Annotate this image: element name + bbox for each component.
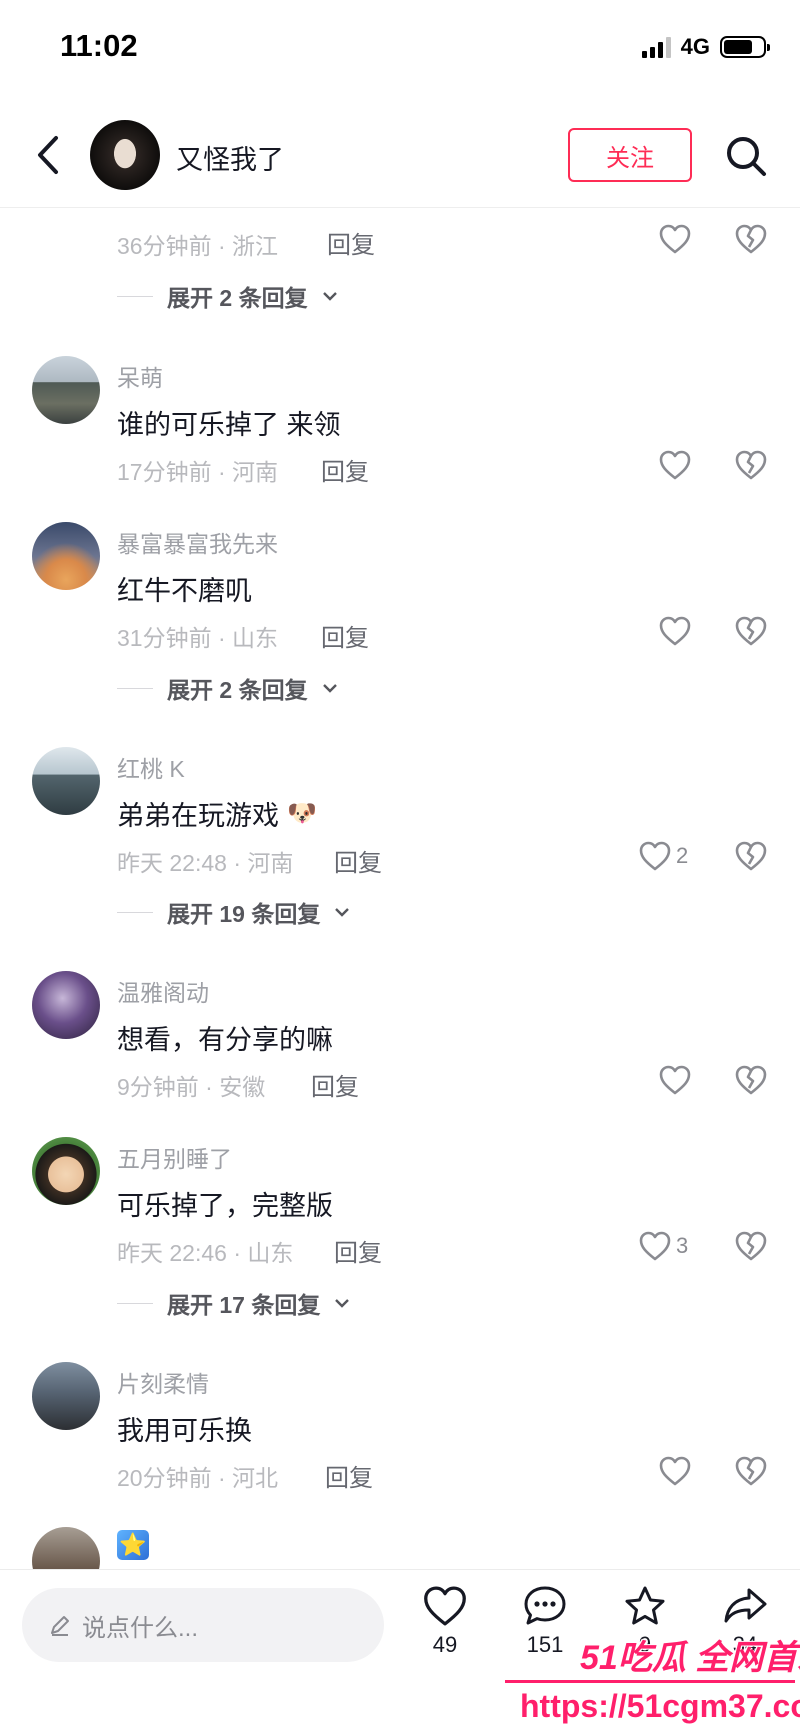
back-arrow-icon[interactable] xyxy=(30,132,70,178)
expand-replies[interactable]: 展开 2 条回复 xyxy=(117,671,338,705)
like-button[interactable]: 3 xyxy=(638,1230,688,1262)
comment-input[interactable]: 说点什么... xyxy=(22,1588,384,1662)
chevron-down-icon xyxy=(322,292,337,301)
dog-emoji-icon: 🐶 xyxy=(287,800,317,827)
comment-text[interactable]: 谁的可乐掉了 来领 xyxy=(117,403,341,442)
heart-icon xyxy=(659,616,691,646)
comment-username[interactable]: 呆萌 xyxy=(117,359,163,393)
heart-icon xyxy=(659,224,691,254)
like-button[interactable]: 2 xyxy=(638,840,688,872)
expand-replies[interactable]: 展开 17 条回复 xyxy=(117,1286,350,1320)
dislike-icon[interactable] xyxy=(734,1064,768,1096)
star-icon xyxy=(625,1586,665,1625)
watermark-divider xyxy=(505,1680,795,1683)
heart-icon xyxy=(659,1456,691,1486)
reply-button[interactable]: 回复 xyxy=(321,452,369,487)
pencil-icon xyxy=(51,1616,69,1636)
avatar[interactable] xyxy=(32,356,100,424)
share-arrow-icon xyxy=(724,1588,767,1623)
heart-icon xyxy=(659,450,691,480)
comment-text[interactable]: 我用可乐换 xyxy=(117,1409,252,1448)
watermark-brand: 51吃瓜 全网首发 xyxy=(580,1639,800,1677)
comment-username[interactable]: 片刻柔情 xyxy=(117,1365,209,1399)
header-username[interactable]: 又怪我了 xyxy=(176,138,284,177)
expand-replies-label: 展开 2 条回复 xyxy=(167,285,308,311)
heart-icon xyxy=(659,1065,691,1095)
like-count: 2 xyxy=(676,843,689,868)
like-button[interactable] xyxy=(658,1455,692,1487)
follow-button[interactable]: 关注 xyxy=(568,128,692,182)
comment-username[interactable]: 红桃 K xyxy=(117,750,185,784)
comment-meta: 36分钟前 · 浙江 xyxy=(117,233,279,259)
comment-count: 151 xyxy=(526,1632,564,1657)
comment-username[interactable]: 暴富暴富我先来 xyxy=(117,525,278,559)
avatar[interactable] xyxy=(32,971,100,1039)
like-count: 3 xyxy=(676,1233,689,1258)
heart-icon xyxy=(639,841,671,871)
status-indicators: 4G xyxy=(641,34,770,60)
comment-meta: 9分钟前 · 安徽 xyxy=(117,1074,266,1100)
avatar[interactable] xyxy=(32,1362,100,1430)
comment-username[interactable]: 温雅阁动 xyxy=(117,974,209,1008)
dislike-icon[interactable] xyxy=(734,1230,768,1262)
comment-meta: 昨天 22:46 · 山东 xyxy=(117,1240,294,1266)
expand-replies-label: 展开 19 条回复 xyxy=(167,901,321,927)
like-button[interactable] xyxy=(658,615,692,647)
heart-icon xyxy=(639,1231,671,1261)
like-button[interactable] xyxy=(658,1064,692,1096)
expand-replies-label: 展开 17 条回复 xyxy=(167,1292,321,1318)
comment-text[interactable]: 想看，有分享的嘛 xyxy=(117,1018,333,1057)
reply-button[interactable]: 回复 xyxy=(311,1067,359,1102)
dislike-icon[interactable] xyxy=(734,449,768,481)
chevron-down-icon xyxy=(335,1299,350,1308)
like-button[interactable] xyxy=(658,449,692,481)
comment-username[interactable]: 五月别睡了 xyxy=(117,1140,232,1174)
comment-meta: 20分钟前 · 河北 xyxy=(117,1465,279,1491)
heart-icon xyxy=(424,1586,466,1626)
like-button[interactable] xyxy=(658,223,692,255)
comment-text[interactable]: 弟弟在玩游戏 🐶 xyxy=(117,794,319,833)
chevron-down-icon xyxy=(335,908,350,917)
network-label: 4G xyxy=(680,34,710,59)
avatar[interactable] xyxy=(32,522,100,590)
signal-icon xyxy=(641,36,671,58)
dislike-icon[interactable] xyxy=(734,615,768,647)
chevron-down-icon xyxy=(322,684,337,693)
expand-replies[interactable]: 展开 2 条回复 xyxy=(117,279,338,313)
watermark-url: https://51cgm37.com xyxy=(520,1688,800,1724)
comment-action-button[interactable]: 151 xyxy=(500,1584,590,1658)
reply-button[interactable]: 回复 xyxy=(327,225,375,260)
comment-list[interactable]: 36分钟前 · 浙江 回复 展开 2 条回复 呆萌 谁的可乐掉了 来领 17分钟… xyxy=(0,209,800,1569)
comment-bubble-icon xyxy=(524,1586,566,1625)
comment-meta: 31分钟前 · 山东 xyxy=(117,625,279,651)
dislike-icon[interactable] xyxy=(734,840,768,872)
reply-button[interactable]: 回复 xyxy=(334,843,382,878)
avatar[interactable] xyxy=(32,747,100,815)
star-sticker-icon: ⭐ xyxy=(117,1530,149,1560)
status-bar: 11:02 4G xyxy=(0,0,800,100)
reply-button[interactable]: 回复 xyxy=(321,618,369,653)
dislike-icon[interactable] xyxy=(734,1455,768,1487)
like-count: 49 xyxy=(432,1632,458,1657)
comment-meta: 17分钟前 · 河南 xyxy=(117,459,279,485)
expand-replies[interactable]: 展开 19 条回复 xyxy=(117,895,350,929)
expand-replies-label: 展开 2 条回复 xyxy=(167,677,308,703)
avatar[interactable] xyxy=(32,1527,100,1569)
search-icon[interactable] xyxy=(724,134,768,178)
avatar[interactable] xyxy=(32,1137,100,1205)
header: 又怪我了 关注 xyxy=(0,100,800,208)
reply-button[interactable]: 回复 xyxy=(325,1458,373,1493)
comment-meta: 昨天 22:48 · 河南 xyxy=(117,850,294,876)
reply-button[interactable]: 回复 xyxy=(334,1233,382,1268)
dislike-icon[interactable] xyxy=(734,223,768,255)
like-action-button[interactable]: 49 xyxy=(400,1584,490,1658)
comment-text[interactable]: 红牛不磨叽 xyxy=(117,569,252,608)
comment-text[interactable]: 可乐掉了，完整版 xyxy=(117,1184,333,1223)
avatar[interactable] xyxy=(90,120,160,190)
comment-input-placeholder: 说点什么... xyxy=(82,1614,199,1642)
battery-icon xyxy=(720,36,770,58)
status-time: 11:02 xyxy=(60,28,138,63)
